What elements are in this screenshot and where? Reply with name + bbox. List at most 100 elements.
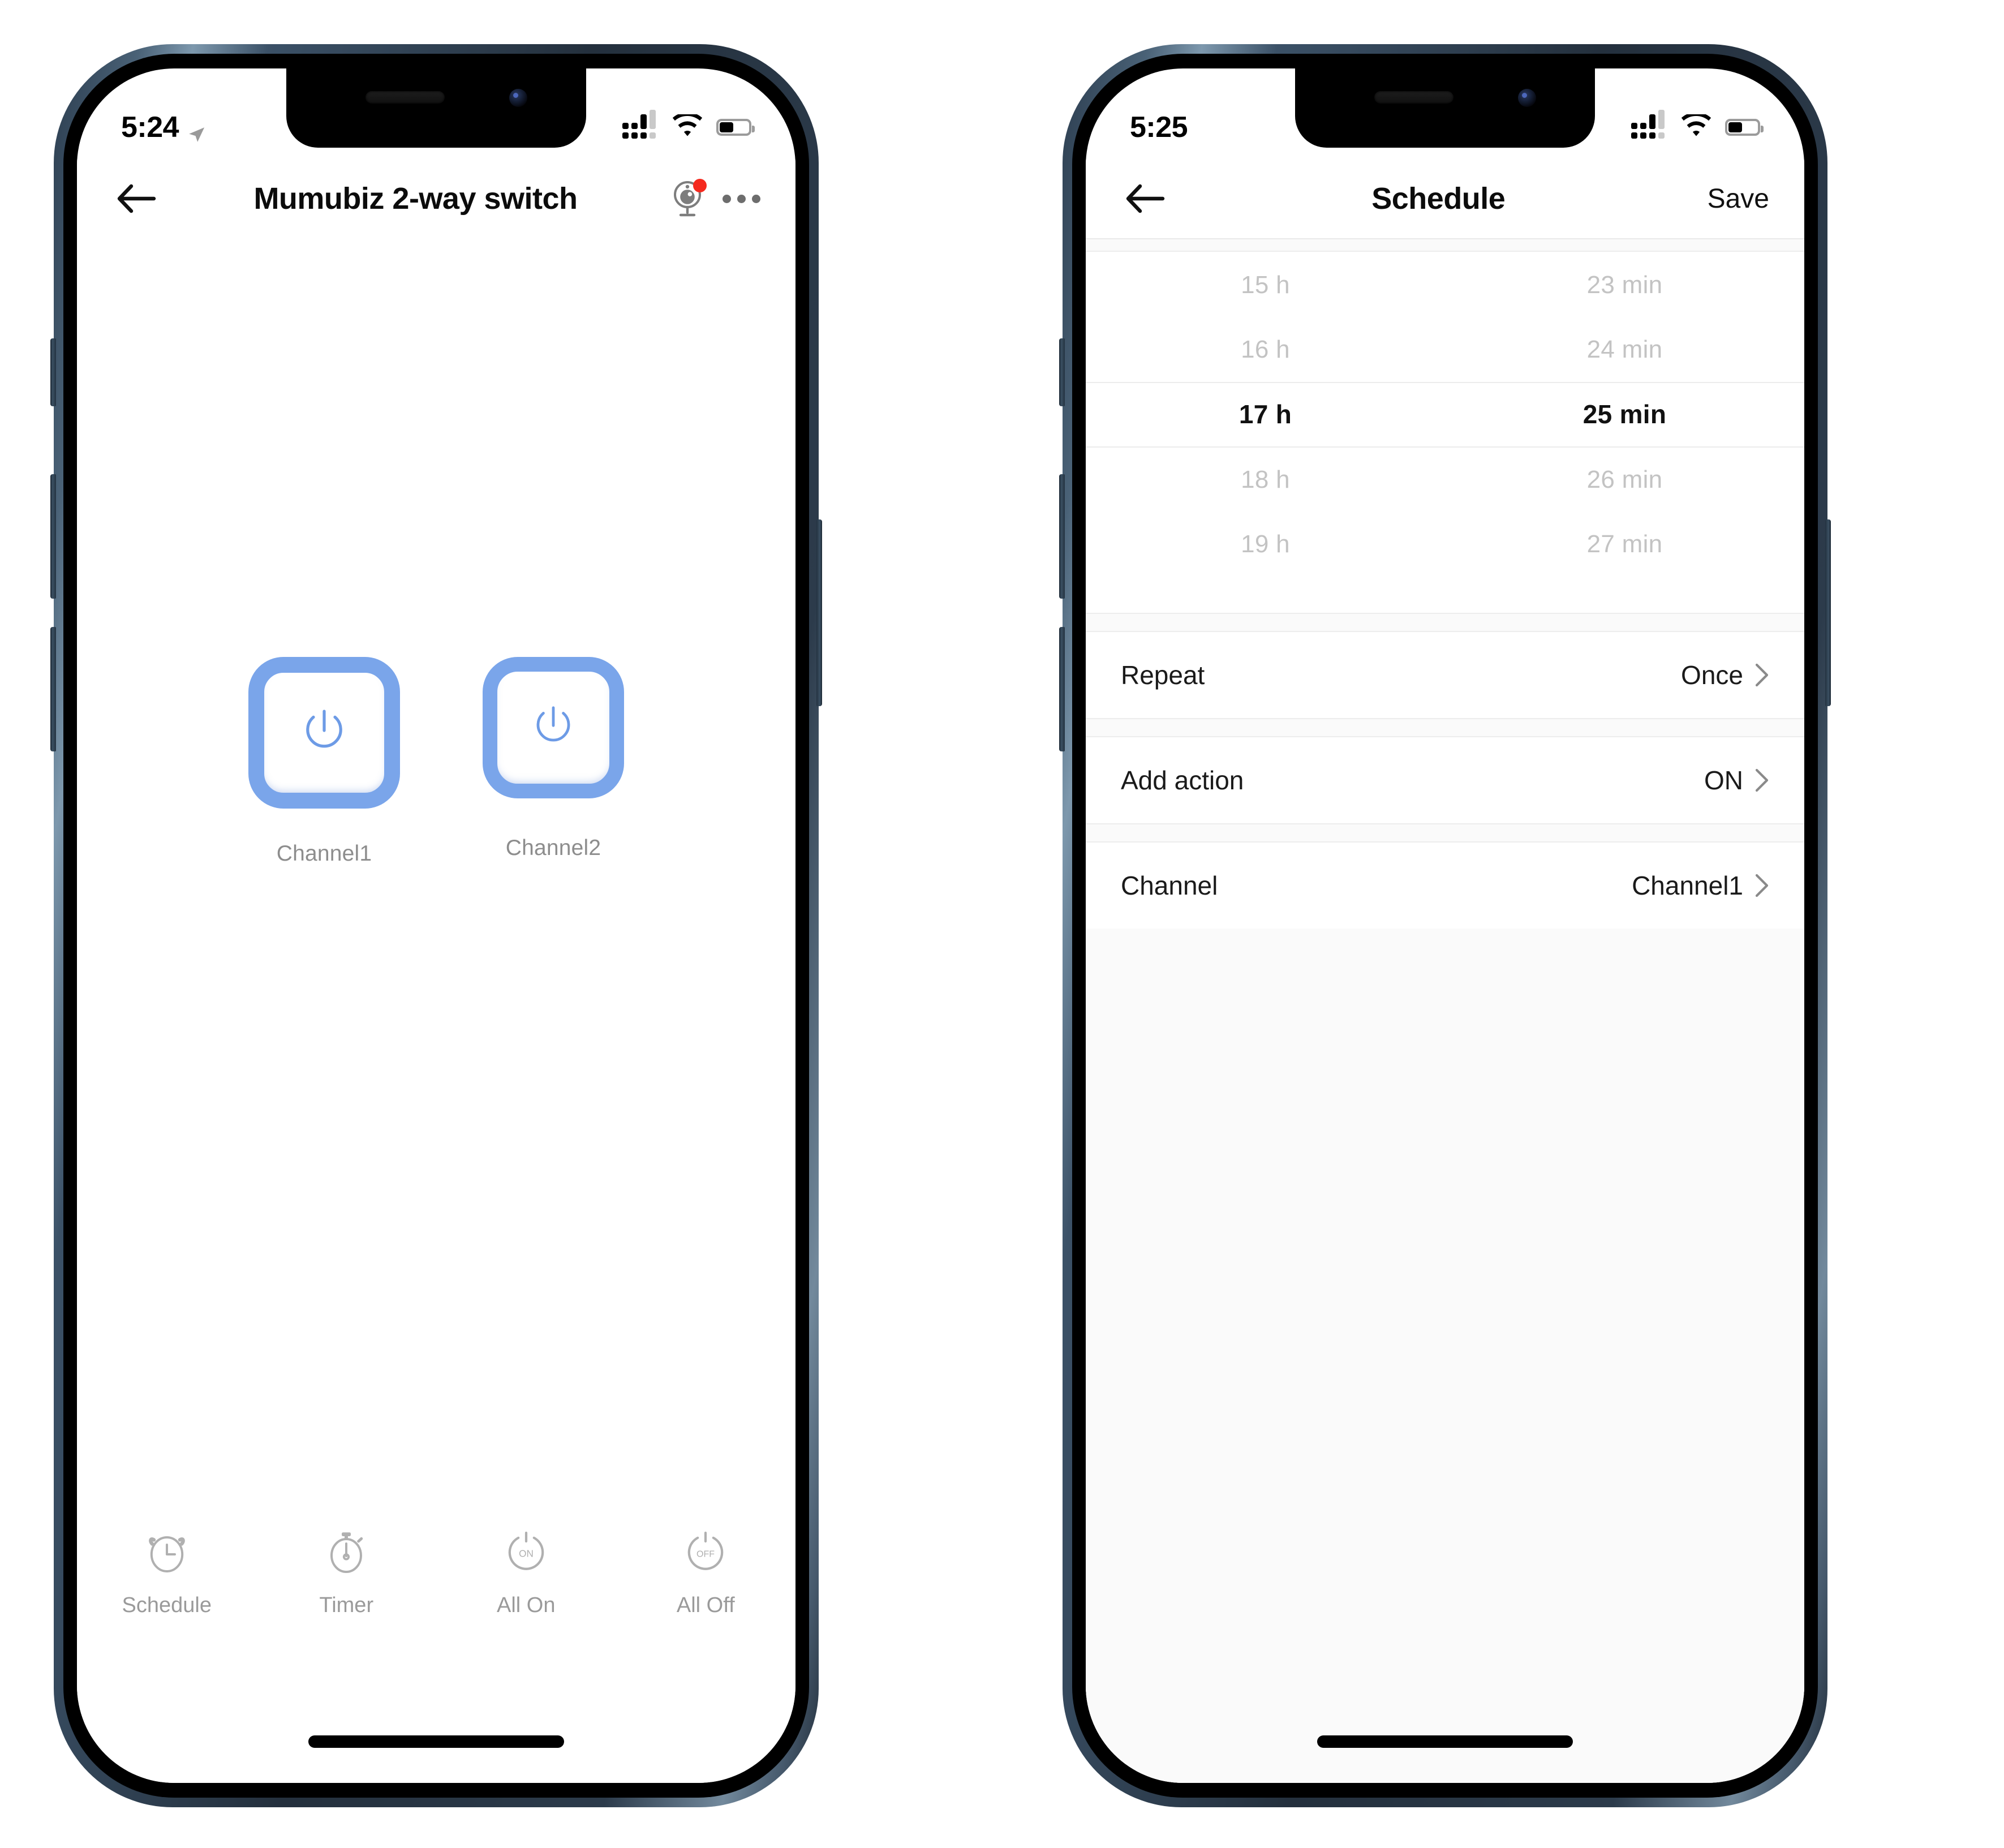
wifi-icon [671, 111, 704, 141]
channel2-label: Channel2 [505, 836, 601, 860]
schedule-panel: 15 h 16 h 17 h 18 h 19 h 23 min 24 min 2… [1086, 238, 1804, 1783]
wifi-icon [1680, 111, 1713, 141]
screenshot-canvas: 5:24 Mumubiz 2-way switch Channel1 Chann… [0, 0, 2004, 1848]
channel1-power-button[interactable] [248, 657, 400, 809]
row-label-add-action: Add action [1121, 766, 1244, 795]
home-indicator[interactable] [308, 1735, 564, 1748]
more-horizontal-icon[interactable] [723, 194, 760, 203]
toolbar-item-timer[interactable]: Timer [257, 1529, 437, 1618]
toolbar-label-schedule: Schedule [122, 1593, 212, 1617]
channel-control-1: Channel1 [248, 657, 400, 866]
channel2-power-button[interactable] [483, 657, 624, 798]
volume-down-button[interactable] [50, 627, 56, 751]
picker-minute-selected[interactable]: 25 min [1445, 382, 1804, 446]
location-arrow-icon [187, 118, 206, 142]
list-separator [1086, 613, 1804, 632]
volume-up-button-right[interactable] [1059, 474, 1065, 599]
empty-area [1086, 929, 1804, 1783]
screen-right: 5:25 Schedule Save 15 h 16 h 17 h 18 h 1… [1086, 68, 1804, 1783]
toolbar-label-timer: Timer [319, 1593, 374, 1617]
power-on-circle-icon: ON [503, 1529, 549, 1579]
row-label-repeat: Repeat [1121, 660, 1205, 690]
row-repeat[interactable]: Repeat Once [1086, 632, 1804, 718]
hour-picker-column[interactable]: 15 h 16 h 17 h 18 h 19 h [1086, 252, 1445, 613]
volume-up-button[interactable] [50, 474, 56, 599]
toolbar-item-all-on[interactable]: ON All On [436, 1529, 616, 1618]
row-add-action[interactable]: Add action ON [1086, 737, 1804, 823]
back-button-right[interactable] [1121, 174, 1169, 223]
row-value-channel: Channel1 [1632, 871, 1743, 900]
mute-switch-right[interactable] [1059, 338, 1065, 406]
minute-picker-column[interactable]: 23 min 24 min 25 min 26 min 27 min [1445, 252, 1804, 613]
home-indicator-right[interactable] [1317, 1735, 1573, 1748]
toolbar-item-schedule[interactable]: Schedule [77, 1529, 257, 1618]
list-separator [1086, 823, 1804, 843]
bottom-toolbar: Schedule Timer ON All On OFF All Off [77, 1529, 795, 1618]
app-header-right: Schedule Save [1086, 159, 1804, 238]
volume-down-button-right[interactable] [1059, 627, 1065, 751]
back-button[interactable] [112, 174, 161, 223]
power-icon [306, 710, 342, 748]
mute-switch[interactable] [50, 338, 56, 406]
power-off-circle-icon: OFF [682, 1529, 729, 1579]
power-side-button-right[interactable] [1825, 519, 1831, 706]
earpiece-speaker [365, 91, 445, 104]
status-icons-right [1631, 110, 1764, 141]
picker-top-separator [1086, 238, 1804, 252]
svg-text:ON: ON [519, 1548, 534, 1559]
battery-icon [716, 119, 755, 136]
cellular-signal-icon [1631, 110, 1667, 139]
phone-bezel-right: 5:25 Schedule Save 15 h 16 h 17 h 18 h 1… [1072, 54, 1818, 1798]
svg-text:OFF: OFF [696, 1549, 715, 1559]
device-camera-icon[interactable] [670, 179, 707, 217]
notch [286, 68, 586, 148]
toolbar-label-all-on: All On [497, 1593, 556, 1617]
chevron-right-icon [1754, 663, 1769, 687]
status-time: 5:24 [121, 111, 179, 144]
row-label-channel: Channel [1121, 871, 1218, 900]
toolbar-item-all-off[interactable]: OFF All Off [616, 1529, 796, 1618]
picker-hour-option[interactable]: 15 h [1086, 253, 1445, 317]
notch-right [1295, 68, 1595, 148]
picker-hour-option[interactable]: 19 h [1086, 512, 1445, 577]
list-separator [1086, 718, 1804, 737]
stopwatch-icon [323, 1529, 369, 1579]
picker-hour-selected[interactable]: 17 h [1086, 382, 1445, 446]
phone-device-left: 5:24 Mumubiz 2-way switch Channel1 Chann… [50, 44, 822, 1807]
status-icons-left [622, 110, 755, 141]
screen-left: 5:24 Mumubiz 2-way switch Channel1 Chann… [77, 68, 795, 1783]
phone-device-right: 5:25 Schedule Save 15 h 16 h 17 h 18 h 1… [1059, 44, 1831, 1807]
front-camera-right [1518, 89, 1536, 107]
row-channel[interactable]: Channel Channel1 [1086, 843, 1804, 929]
picker-hour-option[interactable]: 18 h [1086, 448, 1445, 512]
picker-minute-option[interactable]: 23 min [1445, 253, 1804, 317]
page-title-right: Schedule [1371, 182, 1506, 216]
picker-minute-option[interactable]: 26 min [1445, 448, 1804, 512]
cellular-signal-icon [622, 110, 659, 139]
earpiece-speaker-right [1374, 91, 1453, 104]
picker-minute-option[interactable]: 27 min [1445, 512, 1804, 577]
alarm-clock-icon [144, 1529, 190, 1579]
device-control-panel: Channel1 Channel2 Schedule Timer ON All … [77, 238, 795, 1783]
schedule-settings-list: Repeat Once Add action ON Channel Channe… [1086, 613, 1804, 929]
channel-control-2: Channel2 [483, 657, 624, 866]
status-time-group: 5:24 [121, 110, 206, 144]
page-title: Mumubiz 2-way switch [253, 182, 578, 216]
notification-badge [693, 179, 707, 192]
chevron-right-icon [1754, 768, 1769, 793]
status-time-right: 5:25 [1130, 111, 1188, 144]
picker-hour-option[interactable]: 16 h [1086, 317, 1445, 382]
channel-button-group: Channel1 Channel2 [77, 657, 795, 866]
channel1-label: Channel1 [276, 841, 372, 866]
header-actions [670, 179, 760, 217]
status-time-group-right: 5:25 [1130, 110, 1188, 144]
power-icon [536, 706, 570, 742]
row-value-add-action: ON [1704, 766, 1743, 795]
picker-minute-option[interactable]: 24 min [1445, 317, 1804, 382]
phone-bezel-left: 5:24 Mumubiz 2-way switch Channel1 Chann… [63, 54, 809, 1798]
time-picker[interactable]: 15 h 16 h 17 h 18 h 19 h 23 min 24 min 2… [1086, 252, 1804, 613]
save-button[interactable]: Save [1708, 183, 1769, 214]
power-side-button[interactable] [816, 519, 822, 706]
battery-icon [1725, 119, 1764, 136]
row-value-repeat: Once [1681, 660, 1743, 690]
